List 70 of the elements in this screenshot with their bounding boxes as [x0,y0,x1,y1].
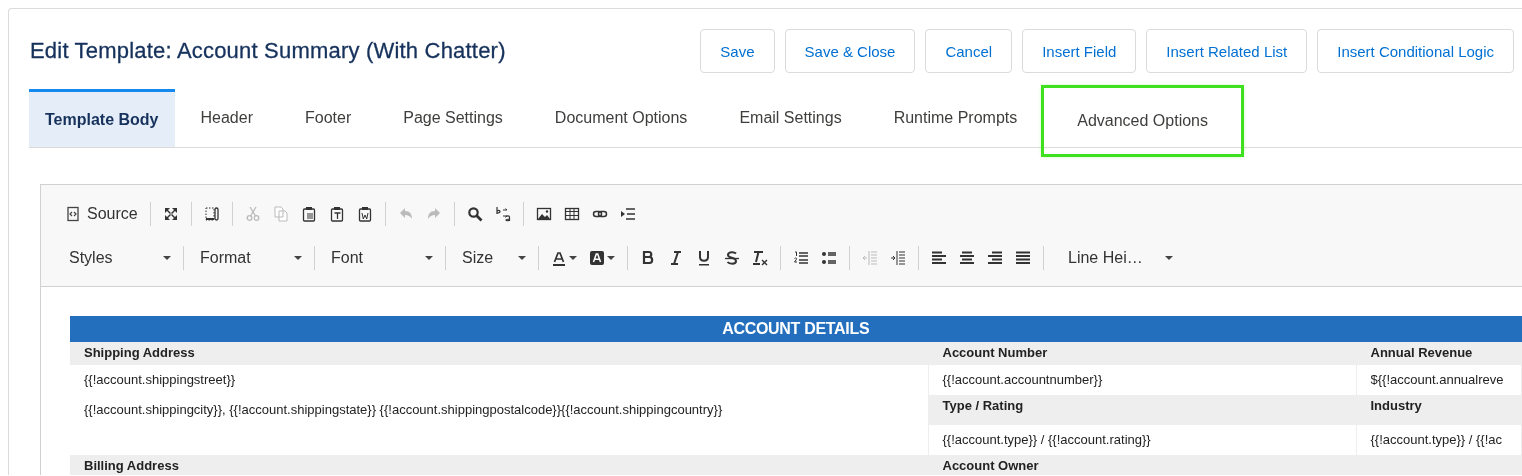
italic-icon [668,250,684,266]
caret-icon [425,256,433,260]
caret-icon [163,256,171,260]
justify-icon [1015,250,1031,266]
dropdown[interactable]: Format [190,245,308,271]
numbered-list-icon [793,250,809,266]
source-button[interactable]: Source [59,201,144,227]
dropdown[interactable]: Styles [59,245,177,271]
toolbar-button[interactable]: Cancel [925,29,1013,73]
merge-field: {{!account.shippingcity}}, {{!account.shippingstate}} {{!account.shippingpostalcode}}{{!account.shippingcountry}} [84,398,924,422]
align-center-icon [959,250,975,266]
dropdown[interactable]: Size [452,245,532,271]
background-color-icon [589,250,605,266]
copy-icon [272,206,289,222]
text-color-icon [551,250,567,266]
outdent-icon [862,250,878,266]
search-icon [466,206,483,222]
caret-icon [569,256,577,260]
tab[interactable]: Template Body [29,89,175,147]
show-blocks-icon [203,206,220,222]
caret-icon [1164,256,1173,260]
tab[interactable]: Email Settings [713,89,868,147]
paste-text-icon [328,206,345,222]
toolbar-button[interactable]: Insert Conditional Logic [1317,29,1514,73]
bulleted-list-icon [821,250,837,266]
field-label: Type / Rating [942,398,1024,413]
bold-icon [640,250,656,266]
field-label: Billing Address [84,458,179,473]
tab[interactable]: Document Options [528,89,714,147]
field-label: Account Number [942,345,1048,360]
dropdown[interactable]: Line Hei… [1058,245,1179,271]
indent-icon [890,250,906,266]
table-title: ACCOUNT DETAILS [70,316,1522,342]
strikethrough-icon [724,250,740,266]
toolbar-button[interactable]: Insert Field [1022,29,1137,73]
maximize-icon [162,206,179,222]
toolbar-button[interactable]: Save & Close [784,29,916,73]
merge-field: {{!account.accountnumber}} [942,368,1352,392]
underline-icon [696,250,712,266]
caret-icon [294,256,302,260]
field-label: Industry [1370,398,1422,413]
tab[interactable]: Advanced Options [1043,87,1242,155]
caret-icon [518,256,526,260]
field-label: Annual Revenue [1370,345,1473,360]
remove-format-icon [752,250,768,266]
merge-field: {{!account.type}} / {{!ac [1370,428,1517,452]
tab[interactable]: Header [174,89,279,147]
tab[interactable]: Page Settings [377,89,529,147]
field-label: Account Owner [942,458,1039,473]
tab[interactable]: Footer [279,89,378,147]
clipboard-icon [300,206,317,222]
table-icon [563,206,580,222]
source-icon [65,206,81,222]
toolbar-button[interactable]: Save [700,29,775,73]
tab[interactable]: Runtime Prompts [867,89,1044,147]
replace-icon [494,206,511,222]
toolbar-button[interactable]: Insert Related List [1146,29,1308,73]
page-break-icon [619,206,636,222]
merge-field: {{!account.shippingstreet}} [84,368,924,392]
merge-field: {{!account.type}} / {{!account.rating}} [942,428,1352,452]
align-right-icon [987,250,1003,266]
dropdown[interactable]: Font [321,245,439,271]
paste-word-icon [356,206,373,222]
field-label: Shipping Address [84,345,195,360]
image-icon [535,206,552,222]
align-left-icon [931,250,947,266]
page-title: Edit Template: Account Summary (With Chatter) [30,38,506,64]
merge-field: ${{!account.annualreve [1370,368,1517,392]
scissors-icon [244,206,261,222]
caret-icon [607,256,615,260]
